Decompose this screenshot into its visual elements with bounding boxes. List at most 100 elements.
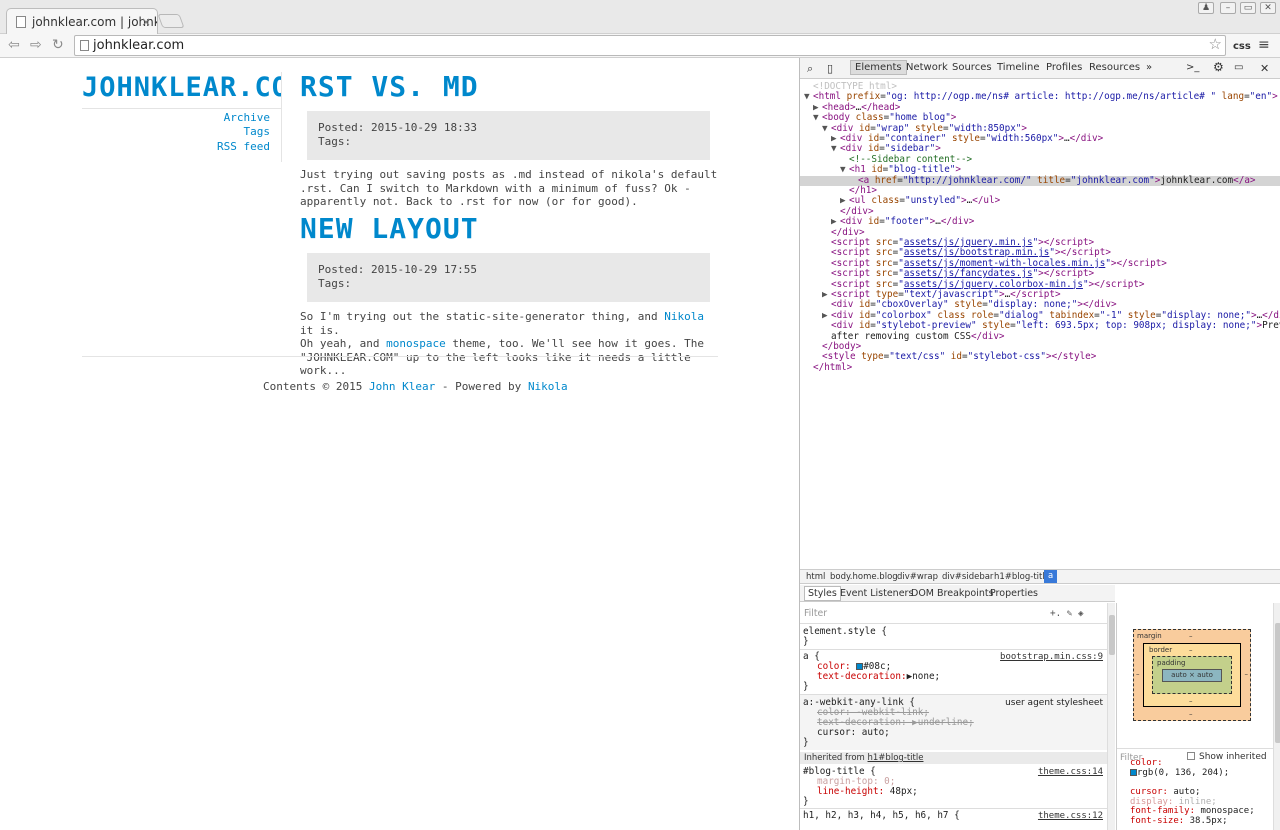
nav-archive[interactable]: Archive	[224, 111, 270, 124]
bookmark-star-icon[interactable]: ☆	[1209, 35, 1222, 53]
close-window-button[interactable]: ✕	[1260, 2, 1276, 14]
computed-property[interactable]: color: rgb(0, 136, 204);	[1130, 759, 1229, 778]
forward-icon[interactable]: ⇨	[30, 37, 42, 53]
site-title[interactable]: JOHNKLEAR.COM	[82, 72, 282, 103]
nav-tags[interactable]: Tags	[244, 125, 271, 138]
device-mode-icon[interactable]: ▯	[827, 62, 833, 75]
tab-resources[interactable]: Resources	[1089, 62, 1140, 73]
close-tab-icon[interactable]: ×	[141, 15, 151, 29]
border-label: border	[1149, 646, 1173, 654]
settings-gear-icon[interactable]: ⚙	[1213, 60, 1224, 74]
dom-node-markup: <div id="footer">…</div>	[840, 216, 975, 228]
collapse-arrow-icon[interactable]: ▼	[813, 113, 822, 124]
collapse-arrow-icon[interactable]: ▼	[840, 165, 849, 176]
crumb-html[interactable]: html	[806, 572, 825, 582]
computed-prop: color:	[1130, 758, 1163, 769]
post-meta: Posted: 2015-10-29 18:33 Tags:	[307, 111, 710, 160]
nikola-link[interactable]: Nikola	[664, 310, 704, 323]
css-extension-button[interactable]: css	[1233, 39, 1251, 55]
computed-scrollbar[interactable]	[1273, 603, 1280, 830]
elements-tree[interactable]: <!DOCTYPE html> ▼ <html prefix="og: http:/…	[800, 80, 1280, 568]
tab-sources[interactable]: Sources	[952, 62, 992, 73]
color-swatch[interactable]	[1130, 769, 1137, 776]
ua-source-label: user agent stylesheet	[1005, 698, 1103, 708]
post-text: "JOHNKLEAR.COM" up to the left looks lik…	[300, 350, 691, 378]
post-title[interactable]: RST VS. MD	[300, 70, 479, 103]
maximize-button[interactable]: ▭	[1240, 2, 1256, 14]
tab-dom-breakpoints[interactable]: DOM Breakpoints	[911, 588, 994, 599]
new-tab-button[interactable]	[157, 14, 185, 28]
reload-icon[interactable]: ↻	[52, 37, 64, 53]
dom-node[interactable]: <style type="text/css" id="stylebot-css"…	[800, 352, 1280, 363]
crumb-wrap[interactable]: div#wrap	[897, 572, 938, 582]
dom-node[interactable]: after removing custom CSS</div>	[800, 330, 1280, 343]
page-info-icon[interactable]	[80, 40, 89, 51]
computed-prop: display:	[1130, 796, 1174, 807]
styles-filter-input[interactable]: Filter	[804, 609, 827, 619]
dom-node-markup: after removing custom CSS</div>	[831, 330, 1005, 342]
tab-network[interactable]: Network	[906, 62, 948, 73]
styles-scrollbar[interactable]	[1107, 603, 1115, 830]
browser-tab[interactable]: johnklear.com | johnkl ×	[6, 8, 158, 34]
crumb-blog-title[interactable]: h1#blog-title	[994, 572, 1050, 582]
tab-elements[interactable]: Elements	[850, 60, 907, 75]
crumb-body[interactable]: body.home.blog	[830, 572, 898, 582]
dom-node-markup: <div id="wrap" style="width:850px">	[831, 122, 1027, 134]
padding-label: padding	[1157, 659, 1186, 667]
rule-source-link[interactable]: theme.css:12	[1038, 811, 1103, 821]
collapse-arrow-icon[interactable]: ▼	[822, 123, 831, 135]
nikola-footer-link[interactable]: Nikola	[528, 380, 568, 393]
computed-property[interactable]: font-size: 38.5px;	[1130, 816, 1228, 827]
dom-node[interactable]: ▶ <div id="footer">…</div>	[800, 216, 1280, 228]
dom-node-markup: </div>	[840, 205, 874, 217]
tab-styles[interactable]: Styles	[804, 586, 841, 601]
css-declaration[interactable]: line-height: 48px;	[817, 787, 918, 797]
inspect-icon[interactable]: ⌕	[807, 62, 813, 76]
tab-properties[interactable]: Properties	[990, 588, 1038, 599]
dom-node-markup: <script src="assets/js/moment-with-local…	[831, 257, 1167, 269]
collapse-arrow-icon[interactable]: ▼	[831, 144, 840, 155]
dom-node-markup: </body>	[822, 341, 862, 352]
tab-profiles[interactable]: Profiles	[1046, 62, 1082, 73]
post-date: Posted: 2015-10-29 18:33	[318, 121, 477, 134]
menu-icon[interactable]: ≡	[1258, 37, 1270, 53]
divider	[800, 649, 1107, 650]
box-content[interactable]: auto × auto	[1162, 669, 1222, 682]
dom-node-markup: <script src="assets/js/fancydates.js"></…	[831, 268, 1095, 280]
inherited-link[interactable]: h1#blog-title	[868, 753, 924, 763]
sidebar-divider	[82, 108, 281, 109]
rule-source-link[interactable]: theme.css:14	[1038, 767, 1103, 777]
rule-source-link[interactable]: bootstrap.min.css:9	[1000, 652, 1103, 662]
close-devtools-icon[interactable]: ✕	[1260, 62, 1269, 75]
collapse-arrow-icon[interactable]: ▼	[804, 92, 813, 103]
post-text: So I'm trying out the static-site-genera…	[300, 310, 658, 323]
scrollbar-thumb[interactable]	[1275, 623, 1280, 743]
dom-node[interactable]: </html>	[800, 362, 1280, 374]
crumb-a[interactable]: a	[1044, 570, 1058, 583]
dom-node-markup: <div id="cboxOverlay" style="display: no…	[831, 299, 1117, 311]
new-rule-icons[interactable]: +. ✎ ◈	[1050, 609, 1084, 619]
element-style-rule[interactable]: element.style {	[803, 627, 887, 637]
minimize-button[interactable]: –	[1220, 2, 1236, 14]
scrollbar-thumb[interactable]	[1109, 615, 1115, 655]
css-declaration[interactable]: text-decoration:▶none;	[817, 672, 940, 682]
crumb-sidebar[interactable]: div#sidebar	[942, 572, 993, 582]
user-icon[interactable]: ♟	[1198, 2, 1214, 14]
rule-selector[interactable]: h1, h2, h3, h4, h5, h6, h7 {	[803, 811, 960, 821]
more-tabs-icon[interactable]: »	[1146, 62, 1152, 73]
tab-event-listeners[interactable]: Event Listeners	[840, 588, 913, 599]
console-icon[interactable]: >_	[1186, 62, 1199, 73]
monospace-link[interactable]: monospace	[386, 337, 446, 350]
sidebar-border	[281, 72, 282, 162]
css-declaration[interactable]: cursor: auto;	[817, 728, 890, 738]
dom-node-markup: <a href="http://johnklear.com/" title="j…	[858, 174, 1256, 186]
dock-icon[interactable]: ▭	[1234, 62, 1243, 73]
nav-rss-feed[interactable]: RSS feed	[217, 140, 270, 153]
tab-timeline[interactable]: Timeline	[997, 62, 1040, 73]
post-title[interactable]: NEW LAYOUT	[300, 212, 479, 245]
address-bar[interactable]: johnklear.com ☆	[74, 35, 1226, 56]
styles-subtabs: Styles Event Listeners DOM Breakpoints P…	[800, 585, 1115, 602]
back-icon[interactable]: ⇦	[8, 37, 20, 53]
computed-value: monospace;	[1200, 806, 1255, 817]
author-link[interactable]: John Klear	[369, 380, 435, 393]
